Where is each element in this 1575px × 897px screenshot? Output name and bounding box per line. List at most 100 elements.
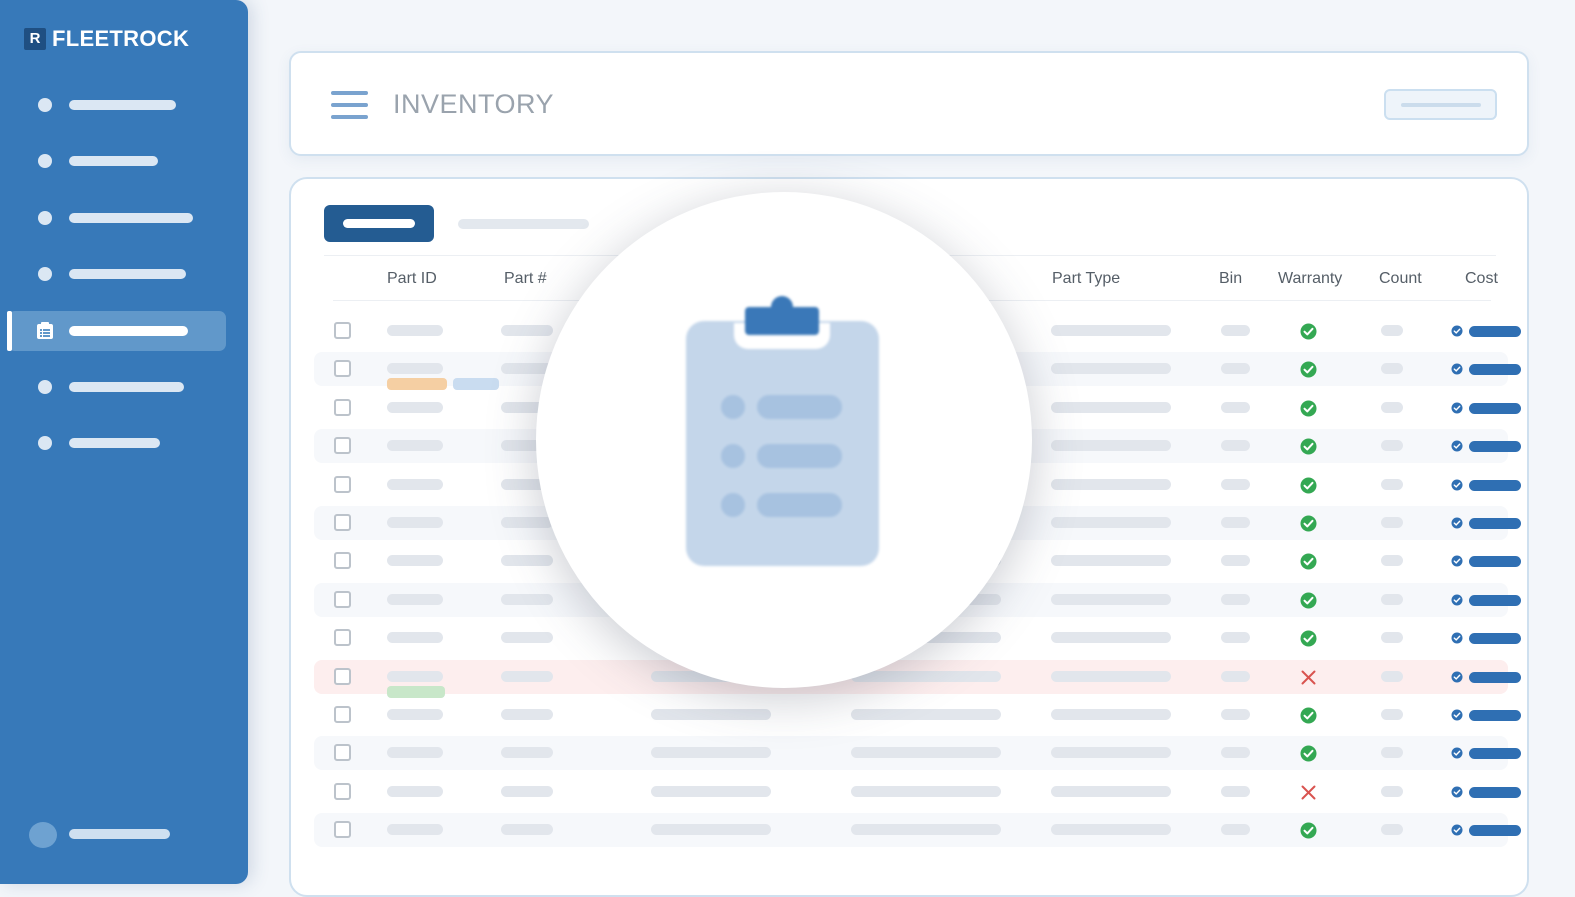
- column-header-part-id[interactable]: Part ID: [387, 270, 437, 288]
- x-icon: [1301, 785, 1316, 800]
- part-number-placeholder: [501, 709, 553, 720]
- verified-icon: [1451, 479, 1463, 491]
- cell-placeholder: [651, 824, 771, 836]
- verified-icon: [1451, 555, 1463, 567]
- part-type-placeholder: [1051, 325, 1171, 336]
- dot-icon: [38, 211, 52, 225]
- part-id-placeholder: [387, 824, 443, 836]
- count-placeholder: [1381, 785, 1403, 797]
- cost-bar: [1469, 518, 1521, 529]
- part-id-placeholder: [387, 593, 443, 605]
- row-checkbox[interactable]: [334, 782, 351, 800]
- column-header-bin[interactable]: Bin: [1219, 270, 1242, 288]
- table-row[interactable]: [314, 659, 1521, 698]
- check-circle-icon: [1300, 745, 1317, 762]
- part-type-placeholder: [1051, 709, 1171, 720]
- cost-bar: [1469, 633, 1521, 645]
- sidebar-item-6[interactable]: [0, 367, 248, 407]
- column-header-cost[interactable]: Cost: [1465, 270, 1498, 288]
- count-placeholder: [1381, 747, 1403, 759]
- sidebar-item-3[interactable]: [0, 198, 248, 238]
- brand[interactable]: R FLEETROCK: [24, 26, 189, 52]
- row-checkbox[interactable]: [334, 360, 351, 378]
- clipboard-list-icon: [37, 322, 53, 339]
- verified-icon: [1451, 517, 1463, 529]
- row-checkbox[interactable]: [334, 552, 351, 570]
- sidebar-item-5[interactable]: [0, 311, 248, 351]
- row-checkbox[interactable]: [334, 706, 351, 723]
- count-placeholder: [1381, 517, 1403, 528]
- part-type-placeholder: [1051, 670, 1171, 682]
- check-circle-icon: [1300, 592, 1317, 609]
- bin-placeholder: [1221, 363, 1250, 375]
- table-row[interactable]: [314, 775, 1521, 809]
- header-action-button[interactable]: [1384, 89, 1497, 120]
- check-circle-icon: [1300, 822, 1317, 839]
- row-checkbox[interactable]: [334, 322, 351, 339]
- row-checkbox[interactable]: [334, 398, 351, 416]
- row-checkbox[interactable]: [334, 744, 351, 762]
- part-number-placeholder: [501, 785, 553, 797]
- sidebar-item-1[interactable]: [0, 85, 248, 125]
- column-header-part[interactable]: Part #: [504, 270, 547, 288]
- part-id-placeholder: [387, 670, 443, 682]
- verified-icon: [1451, 632, 1463, 644]
- table-row[interactable]: [314, 698, 1521, 732]
- table-row[interactable]: [314, 813, 1521, 848]
- row-checkbox[interactable]: [334, 821, 351, 839]
- row-checkbox[interactable]: [334, 437, 351, 455]
- verified-icon: [1451, 402, 1463, 414]
- cost-bar: [1469, 748, 1521, 760]
- cost-bar: [1469, 594, 1521, 606]
- count-placeholder: [1381, 401, 1403, 413]
- check-circle-icon: [1300, 707, 1317, 724]
- count-placeholder: [1381, 632, 1403, 644]
- cost-bar: [1469, 786, 1521, 798]
- cost-bar: [1469, 326, 1521, 337]
- part-type-placeholder: [1051, 401, 1171, 413]
- table-row[interactable]: [314, 736, 1521, 771]
- sidebar-item-label: [69, 100, 176, 110]
- cost-bar: [1469, 671, 1521, 683]
- count-placeholder: [1381, 824, 1403, 836]
- user-name-placeholder: [69, 829, 170, 839]
- hamburger-icon[interactable]: [331, 91, 369, 119]
- cell-placeholder: [851, 709, 1001, 720]
- verified-icon: [1451, 363, 1463, 375]
- part-type-placeholder: [1051, 593, 1171, 605]
- row-checkbox[interactable]: [334, 667, 351, 685]
- tab-inactive[interactable]: [458, 219, 589, 229]
- sidebar-item-label: [69, 269, 186, 279]
- bin-placeholder: [1221, 824, 1250, 836]
- part-id-placeholder: [387, 478, 443, 490]
- tab-active[interactable]: [324, 205, 434, 242]
- bin-placeholder: [1221, 325, 1250, 336]
- part-number-placeholder: [501, 632, 553, 644]
- page-header: INVENTORY: [289, 51, 1529, 156]
- check-circle-icon: [1300, 515, 1317, 532]
- bin-placeholder: [1221, 632, 1250, 644]
- dot-icon: [38, 267, 52, 281]
- sidebar-item-4[interactable]: [0, 254, 248, 294]
- check-circle-icon: [1300, 630, 1317, 647]
- row-checkbox[interactable]: [334, 475, 351, 493]
- row-checkbox[interactable]: [334, 514, 351, 531]
- row-checkbox[interactable]: [334, 590, 351, 608]
- bin-placeholder: [1221, 478, 1250, 490]
- part-number-placeholder: [501, 747, 553, 759]
- column-header-count[interactable]: Count: [1379, 270, 1422, 288]
- part-id-placeholder: [387, 401, 443, 413]
- column-header-part-type[interactable]: Part Type: [1052, 270, 1120, 288]
- sidebar-item-7[interactable]: [0, 423, 248, 463]
- fleetrock-logo-icon: R: [24, 28, 46, 50]
- sidebar-item-2[interactable]: [0, 141, 248, 181]
- check-circle-icon: [1300, 553, 1317, 570]
- cost-bar: [1469, 441, 1521, 453]
- avatar[interactable]: [29, 822, 57, 848]
- status-tag: [387, 685, 445, 698]
- part-id-placeholder: [387, 785, 443, 797]
- part-type-placeholder: [1051, 785, 1171, 797]
- row-checkbox[interactable]: [334, 629, 351, 647]
- bin-placeholder: [1221, 670, 1250, 682]
- column-header-warranty[interactable]: Warranty: [1278, 270, 1342, 288]
